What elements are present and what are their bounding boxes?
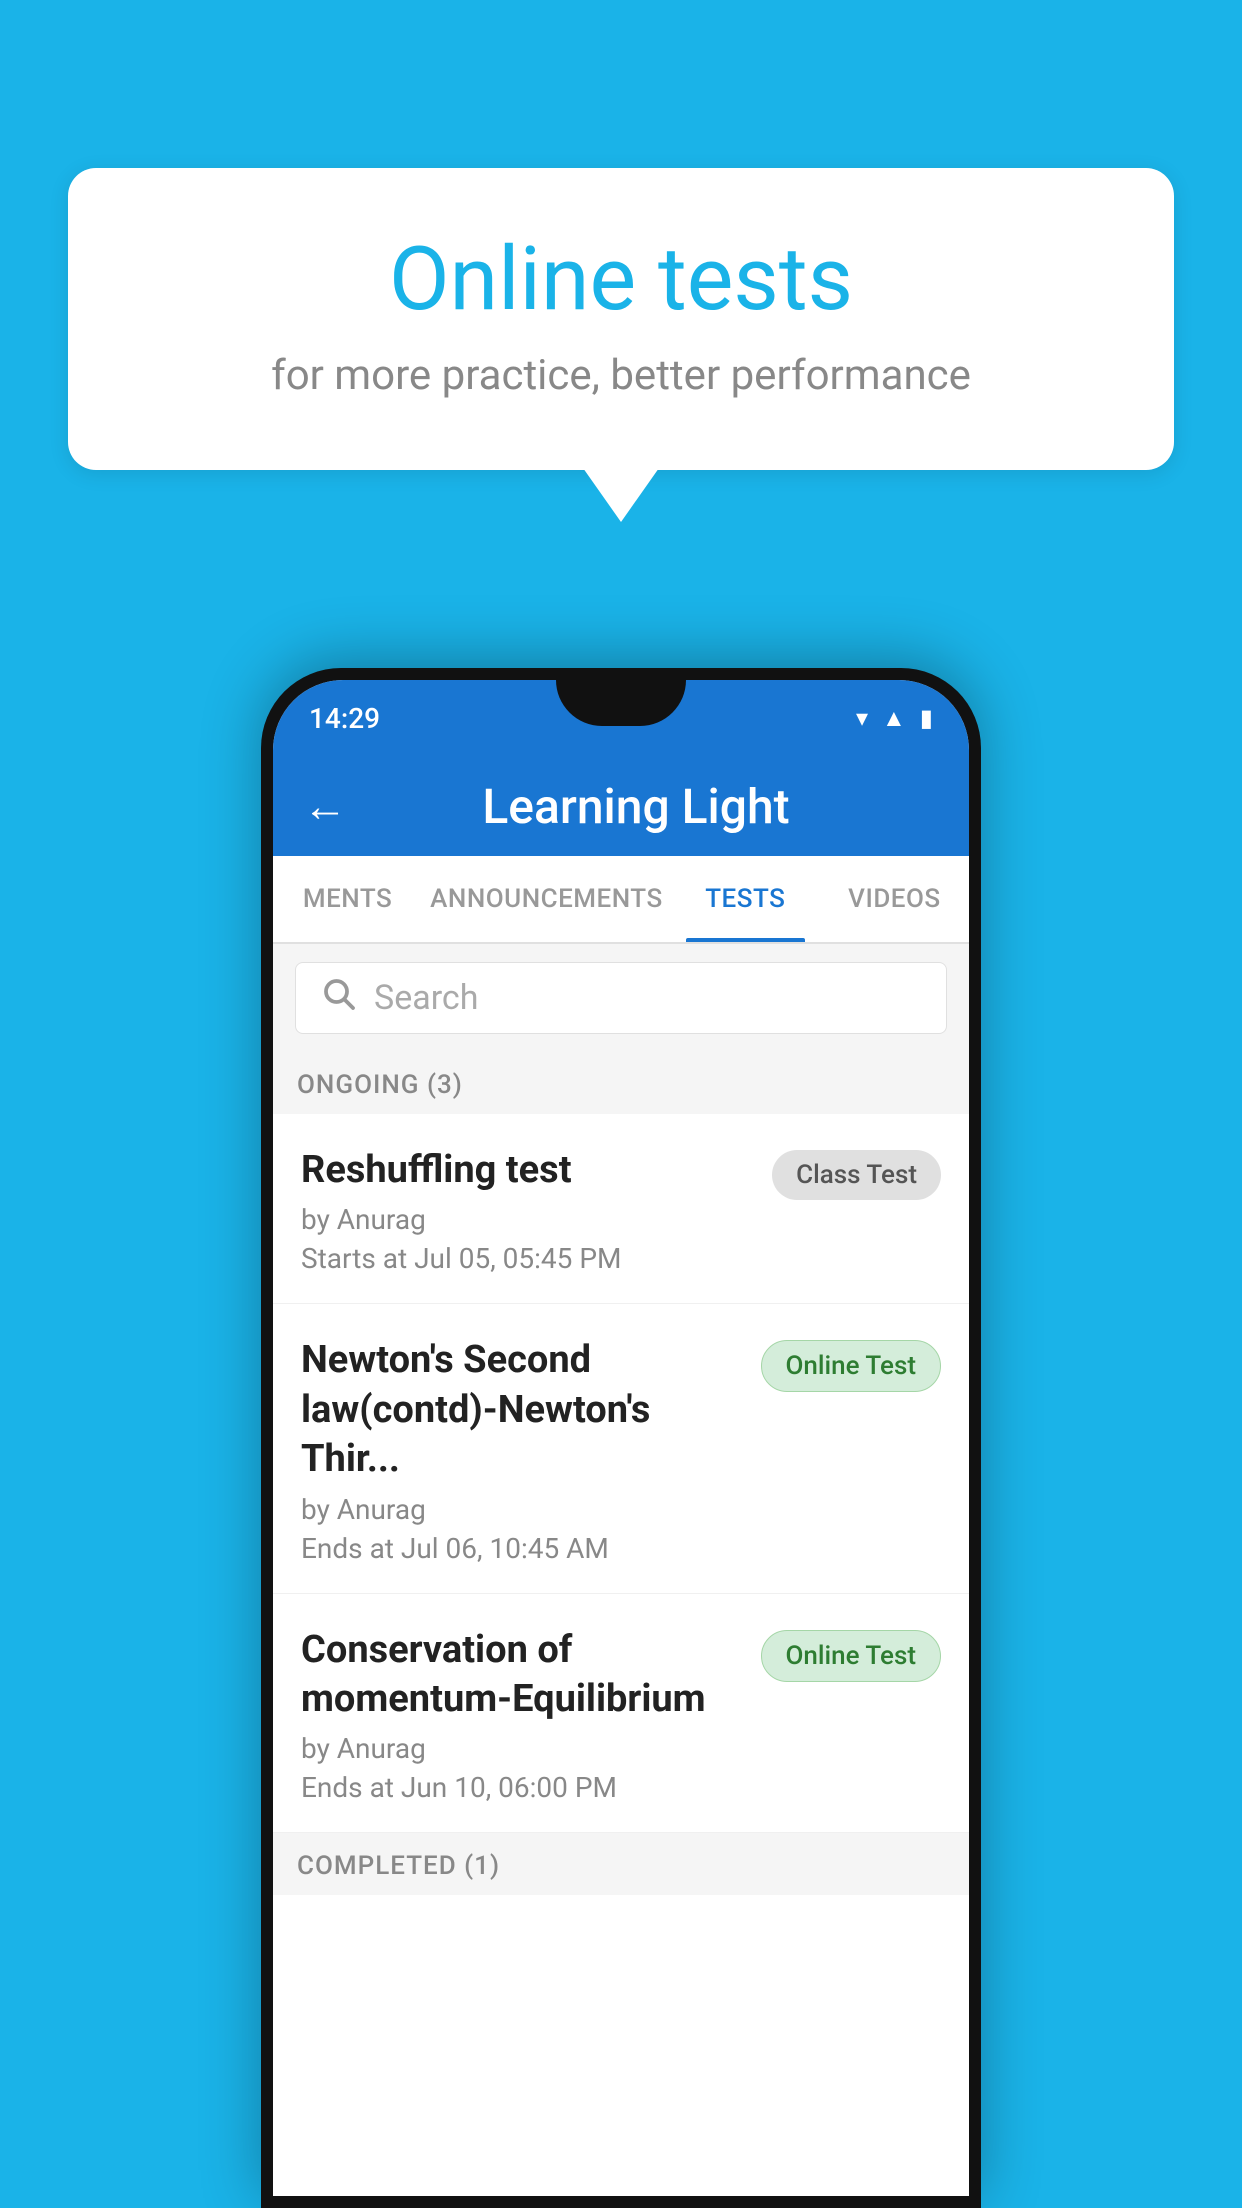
bubble-title: Online tests	[148, 228, 1094, 331]
app-bar: ← Learning Light	[273, 756, 969, 856]
tab-ments[interactable]: MENTS	[273, 856, 422, 942]
test-item[interactable]: Reshuffling test by Anurag Starts at Jul…	[273, 1114, 969, 1304]
test-author-3: by Anurag	[301, 1732, 741, 1765]
ongoing-section-header: ONGOING (3)	[273, 1052, 969, 1114]
ongoing-header-text: ONGOING (3)	[297, 1070, 463, 1100]
test-author-1: by Anurag	[301, 1203, 752, 1236]
app-title: Learning Light	[377, 778, 895, 835]
test-item[interactable]: Conservation of momentum-Equilibrium by …	[273, 1594, 969, 1834]
tab-tests[interactable]: TESTS	[671, 856, 820, 942]
test-time-1: Starts at Jul 05, 05:45 PM	[301, 1242, 752, 1275]
status-time: 14:29	[309, 702, 380, 735]
status-icons: ▾ ▲ ▮	[856, 704, 933, 733]
completed-section-header: COMPLETED (1)	[273, 1833, 969, 1895]
search-placeholder: Search	[374, 978, 478, 1018]
completed-header-text: COMPLETED (1)	[297, 1851, 500, 1881]
test-name-2: Newton's Second law(contd)-Newton's Thir…	[301, 1336, 741, 1484]
test-list: Reshuffling test by Anurag Starts at Jul…	[273, 1114, 969, 1833]
test-name-1: Reshuffling test	[301, 1146, 752, 1195]
test-time-3: Ends at Jun 10, 06:00 PM	[301, 1771, 741, 1804]
test-info-1: Reshuffling test by Anurag Starts at Jul…	[301, 1146, 772, 1275]
bubble-subtitle: for more practice, better performance	[148, 351, 1094, 400]
test-badge-2: Online Test	[761, 1340, 942, 1392]
phone-frame: 14:29 ▾ ▲ ▮ ← Learning Light MENTS ANNOU…	[261, 668, 981, 2208]
test-name-3: Conservation of momentum-Equilibrium	[301, 1626, 741, 1725]
search-icon	[320, 975, 356, 1021]
tabs-bar: MENTS ANNOUNCEMENTS TESTS VIDEOS	[273, 856, 969, 944]
test-time-2: Ends at Jul 06, 10:45 AM	[301, 1532, 741, 1565]
tab-announcements[interactable]: ANNOUNCEMENTS	[422, 856, 671, 942]
search-container: Search	[273, 944, 969, 1052]
search-input[interactable]: Search	[295, 962, 947, 1034]
signal-icon: ▲	[882, 704, 906, 733]
speech-bubble: Online tests for more practice, better p…	[68, 168, 1174, 470]
battery-icon: ▮	[920, 704, 933, 732]
test-badge-3: Online Test	[761, 1630, 942, 1682]
test-author-2: by Anurag	[301, 1493, 741, 1526]
back-button[interactable]: ←	[303, 780, 347, 832]
notch	[556, 680, 686, 726]
tab-videos[interactable]: VIDEOS	[820, 856, 969, 942]
test-info-2: Newton's Second law(contd)-Newton's Thir…	[301, 1336, 761, 1564]
test-info-3: Conservation of momentum-Equilibrium by …	[301, 1626, 761, 1805]
phone-inner: 14:29 ▾ ▲ ▮ ← Learning Light MENTS ANNOU…	[273, 680, 969, 2196]
test-badge-1: Class Test	[772, 1150, 941, 1200]
test-item[interactable]: Newton's Second law(contd)-Newton's Thir…	[273, 1304, 969, 1593]
wifi-icon: ▾	[856, 704, 868, 732]
status-bar: 14:29 ▾ ▲ ▮	[273, 680, 969, 756]
